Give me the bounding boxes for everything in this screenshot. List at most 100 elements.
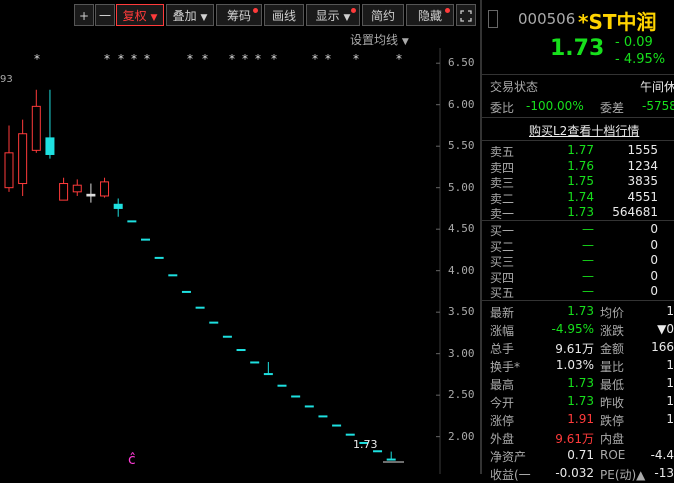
candle[interactable] [113,198,123,217]
sell-order-price: 1.74 [567,189,594,204]
sell-order-volume: 4551 [627,189,658,204]
candle[interactable] [277,384,287,387]
buy-order-price: — [582,222,594,236]
candle[interactable] [45,89,55,159]
stat-value: ▼0 [657,322,674,336]
buy-order-volume: 0 [650,284,658,298]
candle-body [277,384,287,387]
weicha-value: -5758 [642,99,674,113]
stat-value: 1 [666,304,674,318]
candle[interactable] [263,361,273,376]
buy-order-label: 买五 [490,286,515,300]
event-star-icon[interactable]: * [325,52,331,66]
price-change-pct: - 4.95% [615,52,666,67]
stat-label: 总手 [490,342,515,356]
candle-body [332,424,342,427]
event-star-icon[interactable]: * [104,52,110,66]
candle[interactable] [291,395,301,398]
buy-order-price: — [582,284,594,298]
panel-toggle-icon[interactable] [488,10,498,28]
event-star-icon[interactable]: * [353,52,359,66]
sell-order-volume: 564681 [612,205,658,219]
candle[interactable] [318,415,328,418]
candle[interactable] [4,125,14,192]
candle[interactable] [154,256,164,259]
stat-label: 跌停 [600,414,625,428]
event-marker-icon[interactable]: ĉ [128,452,136,468]
last-price-label: 1.73 [353,438,378,451]
divider [482,74,674,75]
stat-value: 9.61万 [555,342,594,356]
candle[interactable] [250,361,260,364]
quote-panel: 000506 *ST中润 1.73 - 0.09 - 4.95% 交易状态 午间… [482,0,674,482]
stat-label: 外盘 [490,432,515,446]
candle[interactable] [304,405,314,408]
price-tick-label: 4.00 [448,263,475,277]
event-star-icon[interactable]: * [396,52,402,66]
event-star-icon[interactable]: * [229,52,235,66]
stat-value: 1 [666,412,674,426]
buy-order-label: 买一 [490,224,515,238]
sell-order-label: 卖四 [490,160,515,175]
candle[interactable] [345,433,355,436]
candle[interactable] [127,220,137,223]
candle-body [304,405,314,408]
event-star-icon[interactable]: * [187,52,193,66]
weicha-label: 委差 [600,101,625,115]
kline-svg: * * * * * * * * * * * * * * * [4,48,441,474]
event-star-icon[interactable]: * [312,52,318,66]
buy-order-volume: 0 [650,222,658,236]
candle[interactable] [195,306,205,309]
stat-value: 1 [666,358,674,372]
candle[interactable] [72,179,82,196]
candle[interactable] [181,290,191,293]
candle-body [127,220,137,223]
event-star-icon[interactable]: * [202,52,208,66]
candle-body [141,238,150,241]
event-star-icon[interactable]: * [242,52,248,66]
event-star-icon[interactable]: * [34,52,40,66]
candle[interactable] [236,349,246,352]
candle[interactable] [168,274,178,277]
candle[interactable] [86,183,96,203]
candle[interactable] [100,177,110,198]
candle[interactable] [18,119,28,196]
stock-name: *ST中润 [578,10,657,34]
weibi-label: 委比 [490,101,515,115]
event-star-icon[interactable]: * [118,52,124,66]
candle[interactable] [222,335,232,338]
candle[interactable] [332,424,342,427]
stat-value: 1 [666,394,674,408]
candle[interactable] [59,177,69,201]
candle[interactable] [141,238,150,241]
stat-label: 内盘 [600,432,625,446]
stat-label: 涨跌 [600,324,625,338]
event-star-icon[interactable]: * [271,52,277,66]
event-star-icon[interactable]: * [255,52,261,66]
candle-body [195,306,205,309]
candle-body [45,137,55,155]
candle[interactable] [209,321,219,324]
price-tick-label: 3.50 [448,305,475,319]
stat-label: 净资产 [490,450,527,464]
buy-order-price: — [582,253,594,267]
candle[interactable] [386,451,396,461]
event-star-icon[interactable]: * [131,52,137,66]
stat-value: -4.4 [650,448,674,462]
trade-status-value: 午间休 [640,80,674,94]
buy-order-label: 买四 [490,270,515,285]
candle-body [72,184,82,193]
event-star-icon[interactable]: * [144,52,150,66]
stat-value: 1.73 [567,394,594,408]
candle-body [154,256,164,259]
buy-order-volume: 0 [650,253,658,267]
kline-chart-area[interactable]: + 一 复权 ▼ 叠加 ▼ 筹码 画线 显示 ▼ 简约 隐藏 设置均线 ▼ 93… [0,0,480,474]
price-tick-label: 5.00 [448,180,475,194]
price-tick-label: 2.50 [448,388,475,402]
trade-status-label: 交易状态 [490,80,539,94]
sell-order-label: 卖三 [490,176,515,190]
candle[interactable] [31,89,41,153]
l2-link[interactable]: 购买L2查看十档行情 [529,122,639,139]
buy-order-label: 买二 [490,239,515,254]
last-price: 1.73 [550,36,605,61]
